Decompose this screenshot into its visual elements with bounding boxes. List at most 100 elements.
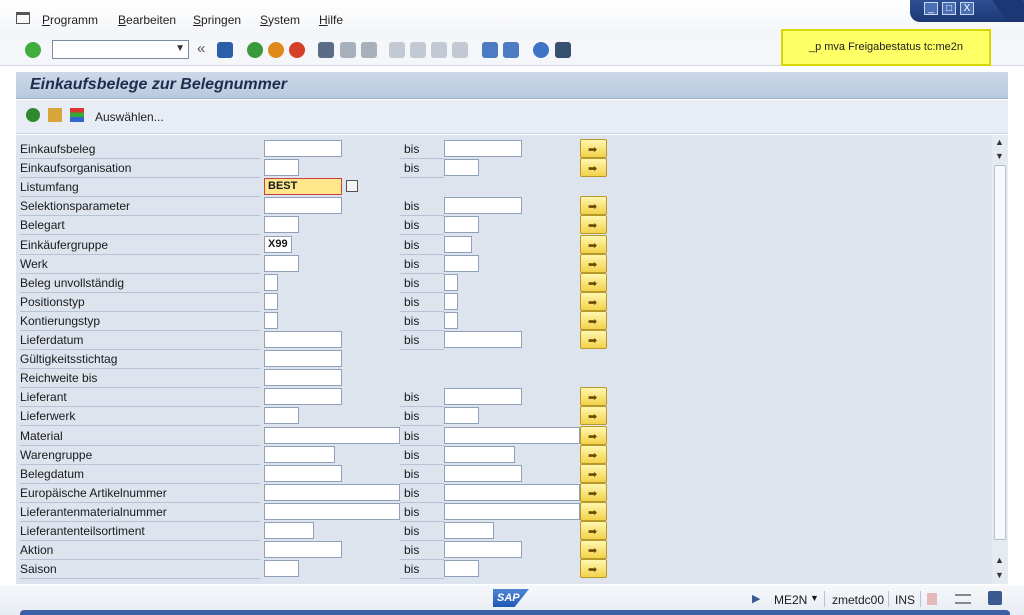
multiple-selection-button[interactable]: ➡ [580, 139, 607, 158]
high-value-input[interactable] [444, 445, 515, 463]
multiple-selection-button[interactable]: ➡ [580, 463, 607, 483]
multiple-selection-button[interactable]: ➡ [580, 501, 607, 521]
high-value-input[interactable] [444, 560, 479, 578]
high-value-input[interactable] [444, 483, 580, 501]
menu-system[interactable]: System [260, 13, 300, 27]
multiple-selection-button[interactable]: ➡ [580, 215, 607, 235]
cancel-icon[interactable] [289, 42, 305, 58]
multiple-selection-button[interactable]: ➡ [580, 406, 607, 426]
multiple-selection-button[interactable]: ➡ [580, 425, 607, 445]
high-value-input[interactable] [444, 273, 458, 291]
multiple-selection-button[interactable]: ➡ [580, 482, 607, 502]
menu-programm[interactable]: Programm [42, 13, 98, 27]
high-value-input[interactable] [444, 388, 522, 406]
help-icon[interactable] [533, 42, 549, 58]
multiple-selection-button[interactable]: ➡ [580, 387, 607, 407]
exit-icon[interactable] [268, 42, 284, 58]
scroll-down-icon[interactable]: ▼ [995, 151, 1004, 161]
vertical-scrollbar[interactable]: ▲ ▼ ▲ ▼ [992, 135, 1008, 584]
low-value-input[interactable] [264, 159, 299, 177]
get-variant-icon[interactable] [48, 108, 62, 122]
menu-bearbeiten[interactable]: Bearbeiten [118, 13, 176, 27]
high-value-input[interactable] [444, 311, 458, 329]
high-value-input[interactable] [444, 464, 522, 482]
high-value-input[interactable] [444, 331, 522, 348]
shortcut-icon[interactable] [503, 42, 519, 58]
play-icon[interactable]: ▶ [752, 592, 760, 605]
low-value-input[interactable]: BEST [264, 178, 342, 196]
multiple-selection-button[interactable]: ➡ [580, 272, 607, 292]
command-field[interactable]: ▼ [52, 40, 189, 59]
low-value-input[interactable] [264, 254, 299, 272]
multiple-selection-button[interactable]: ➡ [580, 521, 607, 540]
back-icon[interactable] [247, 42, 263, 58]
low-value-input[interactable] [264, 541, 342, 559]
multiple-selection-button[interactable]: ➡ [580, 196, 607, 216]
low-value-input[interactable] [264, 216, 299, 234]
settings-sliders-icon[interactable] [955, 594, 971, 604]
high-value-input[interactable] [444, 292, 458, 310]
high-value-input[interactable] [444, 502, 580, 520]
multiple-selection-button[interactable]: ➡ [580, 234, 607, 254]
low-value-input[interactable] [264, 483, 400, 501]
low-value-input[interactable] [264, 426, 400, 444]
double-chevron-left-icon[interactable]: « [197, 40, 205, 57]
next-page-icon[interactable] [431, 42, 447, 58]
multiple-selection-button[interactable]: ➡ [580, 291, 607, 311]
multiple-selection-button[interactable]: ➡ [580, 444, 607, 464]
dynamic-selections-icon[interactable] [70, 108, 84, 122]
window-menu-icon[interactable] [16, 12, 30, 24]
minimize-button[interactable]: _ [924, 2, 938, 15]
low-value-input[interactable] [264, 311, 278, 329]
chevron-down-icon[interactable]: ▼ [810, 593, 819, 603]
maximize-button[interactable]: □ [942, 2, 956, 15]
low-value-input[interactable] [264, 464, 342, 482]
low-value-input[interactable] [264, 388, 342, 406]
scroll-up-icon[interactable]: ▲ [995, 137, 1004, 147]
low-value-input[interactable] [264, 522, 314, 539]
high-value-input[interactable] [444, 197, 522, 215]
chevron-down-icon[interactable]: ▼ [175, 43, 185, 54]
low-value-input[interactable] [264, 140, 342, 157]
high-value-input[interactable] [444, 140, 522, 157]
high-value-input[interactable] [444, 216, 479, 234]
previous-page-icon[interactable] [410, 42, 426, 58]
multiple-selection-button[interactable]: ➡ [580, 559, 607, 579]
scroll-up-icon[interactable]: ▲ [995, 555, 1004, 565]
layout-menu-icon[interactable] [555, 42, 571, 58]
print-icon[interactable] [318, 42, 334, 58]
multiple-selection-button[interactable]: ➡ [580, 253, 607, 273]
close-button[interactable]: X [960, 2, 974, 15]
multiple-selection-button[interactable]: ➡ [580, 540, 607, 560]
low-value-input[interactable] [264, 445, 335, 463]
high-value-input[interactable] [444, 541, 522, 559]
low-value-input[interactable] [264, 369, 342, 387]
multiple-selection-button[interactable]: ➡ [580, 158, 607, 178]
menu-hilfe[interactable]: Hilfe [319, 13, 343, 27]
first-page-icon[interactable] [389, 42, 405, 58]
high-value-input[interactable] [444, 159, 479, 177]
scrollbar-thumb[interactable] [994, 165, 1006, 540]
value-help-icon[interactable] [346, 180, 358, 193]
menu-springen[interactable]: Springen [193, 13, 241, 27]
high-value-input[interactable] [444, 426, 580, 444]
low-value-input[interactable] [264, 331, 342, 348]
high-value-input[interactable] [444, 235, 472, 253]
find-next-icon[interactable] [361, 42, 377, 58]
low-value-input[interactable]: X99 [264, 235, 292, 253]
multiple-selection-button[interactable]: ➡ [580, 330, 607, 349]
enter-check-icon[interactable] [25, 42, 41, 58]
multiple-selection-button[interactable]: ➡ [580, 310, 607, 330]
scroll-down-icon[interactable]: ▼ [995, 570, 1004, 580]
last-page-icon[interactable] [452, 42, 468, 58]
low-value-input[interactable] [264, 502, 400, 520]
find-icon[interactable] [340, 42, 356, 58]
high-value-input[interactable] [444, 407, 479, 425]
low-value-input[interactable] [264, 273, 278, 291]
select-button[interactable]: Auswählen... [95, 110, 164, 124]
low-value-input[interactable] [264, 292, 278, 310]
new-session-icon[interactable] [482, 42, 498, 58]
save-icon[interactable] [217, 42, 233, 58]
low-value-input[interactable] [264, 197, 342, 215]
high-value-input[interactable] [444, 254, 479, 272]
